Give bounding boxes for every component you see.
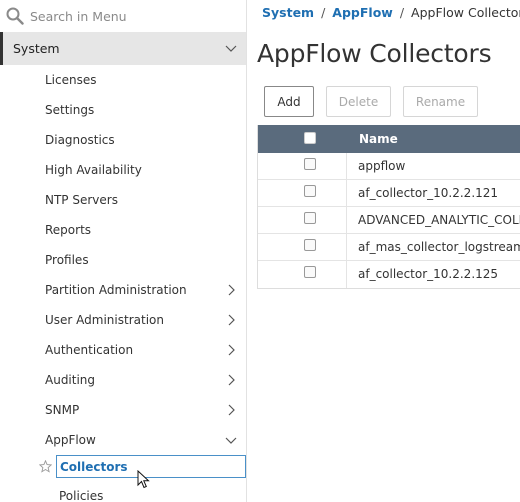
selected-item-box: Collectors bbox=[56, 455, 246, 478]
sidebar-item-profiles[interactable]: Profiles bbox=[0, 245, 246, 275]
table-row[interactable]: appflow bbox=[258, 153, 520, 180]
table-cell-name: ADVANCED_ANALYTIC_COLLE bbox=[358, 213, 520, 227]
sidebar-item-auditing[interactable]: Auditing bbox=[0, 365, 246, 395]
column-divider bbox=[346, 207, 347, 233]
sidebar-section-label: System bbox=[13, 41, 60, 56]
sidebar-item-label: Authentication bbox=[45, 343, 134, 357]
sidebar: System Licenses Settings Diagnostics Hig… bbox=[0, 0, 247, 502]
sidebar-section-system[interactable]: System bbox=[0, 32, 246, 65]
chevron-right-icon bbox=[228, 314, 235, 326]
row-checkbox[interactable] bbox=[304, 212, 316, 224]
sidebar-item-label: Profiles bbox=[45, 253, 89, 267]
sidebar-item-appflow[interactable]: AppFlow bbox=[0, 425, 246, 455]
sidebar-item-label: NTP Servers bbox=[45, 193, 118, 207]
sidebar-item-settings[interactable]: Settings bbox=[0, 95, 246, 125]
sidebar-item-user-administration[interactable]: User Administration bbox=[0, 305, 246, 335]
table-row[interactable]: af_collector_10.2.2.121 bbox=[258, 180, 520, 207]
sidebar-item-label: Auditing bbox=[45, 373, 96, 387]
delete-button[interactable]: Delete bbox=[326, 86, 391, 117]
sidebar-item-authentication[interactable]: Authentication bbox=[0, 335, 246, 365]
table-header: Name bbox=[258, 125, 520, 153]
row-checkbox[interactable] bbox=[304, 185, 316, 197]
sidebar-item-label: Partition Administration bbox=[45, 283, 187, 297]
sidebar-item-reports[interactable]: Reports bbox=[0, 215, 246, 245]
breadcrumb-link-appflow[interactable]: AppFlow bbox=[332, 5, 393, 20]
breadcrumb-separator: / bbox=[321, 5, 326, 20]
sidebar-item-label: AppFlow bbox=[45, 433, 96, 447]
sidebar-item-label: Diagnostics bbox=[45, 133, 115, 147]
table-row[interactable]: af_mas_collector_logstream_ bbox=[258, 234, 520, 261]
chevron-right-icon bbox=[228, 404, 235, 416]
sidebar-item-label: User Administration bbox=[45, 313, 164, 327]
row-checkbox[interactable] bbox=[304, 239, 316, 251]
rename-button[interactable]: Rename bbox=[403, 86, 478, 117]
breadcrumb-current: AppFlow Collectors bbox=[411, 5, 520, 20]
sidebar-item-snmp[interactable]: SNMP bbox=[0, 395, 246, 425]
sidebar-item-label: Collectors bbox=[60, 460, 128, 474]
table-cell-name: af_mas_collector_logstream_ bbox=[358, 240, 520, 254]
column-divider bbox=[346, 153, 347, 179]
chevron-down-icon bbox=[225, 437, 237, 444]
table-cell-name: af_collector_10.2.2.121 bbox=[358, 186, 499, 200]
sidebar-item-label: Licenses bbox=[45, 73, 97, 87]
table-cell-name: appflow bbox=[358, 159, 406, 173]
column-divider bbox=[346, 261, 347, 288]
search-icon bbox=[6, 7, 24, 25]
sidebar-item-diagnostics[interactable]: Diagnostics bbox=[0, 125, 246, 155]
column-divider bbox=[346, 180, 347, 206]
sidebar-item-label: SNMP bbox=[45, 403, 80, 417]
chevron-right-icon bbox=[228, 374, 235, 386]
sidebar-item-label: Policies bbox=[59, 489, 104, 502]
sidebar-item-label: Settings bbox=[45, 103, 95, 117]
breadcrumb: System / AppFlow / AppFlow Collectors bbox=[262, 5, 520, 20]
mouse-cursor-icon bbox=[137, 470, 150, 489]
page-title: AppFlow Collectors bbox=[257, 39, 492, 68]
menu-search bbox=[0, 0, 246, 32]
column-header-name[interactable]: Name bbox=[359, 132, 398, 146]
sidebar-item-licenses[interactable]: Licenses bbox=[0, 65, 246, 95]
sidebar-item-collectors[interactable]: Collectors bbox=[0, 455, 246, 479]
collectors-table: Name appflow af_collector_10.2.2.121 ADV… bbox=[257, 125, 520, 289]
sidebar-item-partition-administration[interactable]: Partition Administration bbox=[0, 275, 246, 305]
chevron-down-icon[interactable] bbox=[225, 42, 237, 54]
sidebar-item-policies[interactable]: Policies bbox=[0, 481, 246, 502]
table-row[interactable]: af_collector_10.2.2.125 bbox=[258, 261, 520, 288]
select-all-checkbox[interactable] bbox=[304, 132, 316, 144]
main-content: System / AppFlow / AppFlow Collectors AppFlo… bbox=[248, 0, 520, 502]
chevron-right-icon bbox=[228, 284, 235, 296]
sidebar-item-label: Reports bbox=[45, 223, 92, 237]
sidebar-item-ntp-servers[interactable]: NTP Servers bbox=[0, 185, 246, 215]
sidebar-item-high-availability[interactable]: High Availability bbox=[0, 155, 246, 185]
sidebar-item-label: High Availability bbox=[45, 163, 142, 177]
star-icon[interactable] bbox=[39, 460, 52, 473]
chevron-right-icon bbox=[228, 344, 235, 356]
table-cell-name: af_collector_10.2.2.125 bbox=[358, 267, 499, 281]
search-input[interactable] bbox=[30, 6, 240, 26]
row-checkbox[interactable] bbox=[304, 266, 316, 278]
add-button[interactable]: Add bbox=[264, 86, 314, 117]
row-checkbox[interactable] bbox=[304, 158, 316, 170]
breadcrumb-separator: / bbox=[399, 5, 405, 20]
column-divider bbox=[346, 234, 347, 260]
table-row[interactable]: ADVANCED_ANALYTIC_COLLE bbox=[258, 207, 520, 234]
breadcrumb-link-system[interactable]: System bbox=[262, 5, 314, 20]
